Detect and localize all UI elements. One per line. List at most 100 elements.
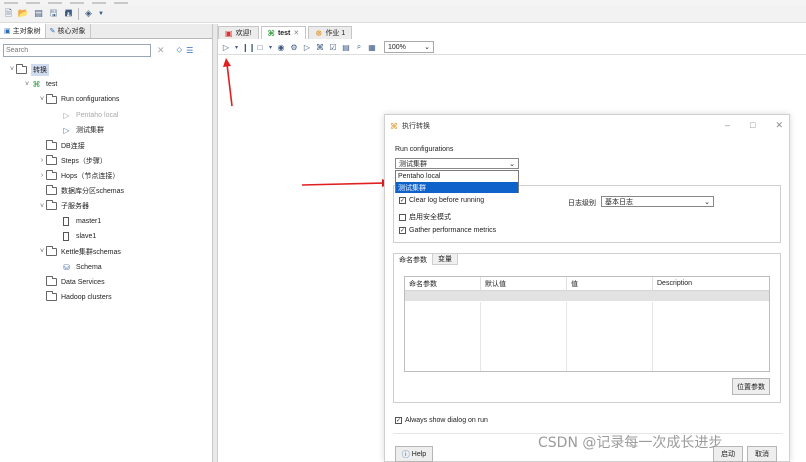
tree-item[interactable]: › Hops（节点连接） [0, 168, 213, 183]
tab-welcome[interactable]: ▣ 欢迎! [218, 26, 259, 39]
explore-db-icon[interactable]: ⌕ [354, 42, 364, 52]
tree-item[interactable]: ˅ 子服务器 [0, 199, 213, 214]
tab-job-1[interactable]: ☸ 作业 1 [308, 26, 353, 39]
gather-metrics-checkbox[interactable]: ✓ [399, 227, 406, 234]
stop-icon[interactable]: □ [255, 43, 265, 52]
tree-item[interactable]: 数据库分区schemas [0, 184, 213, 199]
save-as-icon[interactable]: 🖪 [63, 8, 74, 19]
folder-icon [46, 93, 57, 104]
close-icon[interactable]: ✕ [775, 120, 783, 131]
cancel-button[interactable]: 取消 [747, 446, 777, 462]
tab-variables[interactable]: 变量 [433, 254, 458, 265]
tree-item-label: 数据库分区schemas [61, 188, 125, 196]
tree-icon: ▣ [4, 28, 11, 35]
tree-item[interactable]: slave1 [0, 229, 213, 244]
chevron-down-icon[interactable]: ▼ [98, 8, 104, 19]
object-tree: ˅ 转换 ˅ ⌘ test ˅ Run configurations ▷ Pentaho loc… [0, 62, 213, 305]
play-icon: ▷ [63, 110, 70, 120]
tree-item-label: Hadoop clusters [61, 293, 112, 301]
help-icon: ⓘ [401, 449, 410, 459]
cluster-icon: ⛁ [63, 262, 70, 272]
run-config-label: Run configurations [395, 146, 454, 153]
chevron-right-icon[interactable]: › [38, 172, 46, 179]
layers-icon[interactable]: ◈ [83, 8, 94, 19]
tree-item[interactable]: ▷ 测试集群 [0, 123, 213, 138]
tree-item[interactable]: DB连接 [0, 138, 213, 153]
tree-item[interactable]: › Steps（步骤） [0, 153, 213, 168]
folder-icon [46, 154, 57, 165]
tree-item[interactable]: ˅ Kettle集群schemas [0, 244, 213, 259]
tree-item-label: Pentaho local [76, 111, 119, 119]
stop-dropdown-icon[interactable]: ▾ [268, 44, 273, 51]
chevron-right-icon[interactable]: › [38, 157, 46, 164]
table-row[interactable] [405, 291, 769, 301]
folder-icon [46, 200, 57, 211]
chevron-down-icon[interactable]: ˅ [38, 96, 46, 103]
gather-metrics-row[interactable]: ✓ Gather performance metrics [399, 227, 496, 234]
save-icon[interactable]: 🖫 [48, 8, 59, 19]
left-panel-tabs: ▣ 主对象树 ✎ 核心对象 [0, 24, 212, 39]
maximize-icon[interactable]: □ [750, 120, 755, 131]
clear-log-checkbox[interactable]: ✓ [399, 197, 406, 204]
safe-mode-row[interactable]: 启用安全模式 [399, 212, 451, 222]
tree-item[interactable]: ⛁ Schema [0, 259, 213, 274]
preview-icon[interactable]: ◉ [276, 43, 286, 52]
tree-item[interactable]: Hadoop clusters [0, 290, 213, 305]
always-show-checkbox[interactable]: ✓ [395, 417, 402, 424]
tree-item[interactable]: Data Services [0, 275, 213, 290]
chevron-down-icon[interactable]: ˅ [23, 81, 31, 88]
collapse-all-icon[interactable]: ☰ [186, 46, 193, 55]
positional-params-button[interactable]: 位置参数 [732, 378, 770, 395]
tree-item[interactable]: ˅ 转换 [0, 62, 213, 77]
help-button[interactable]: ⓘ Help [395, 446, 433, 462]
chevron-down-icon[interactable]: ˅ [38, 203, 46, 210]
clear-search-icon[interactable]: ✕ [157, 45, 165, 56]
tree-item[interactable]: ˅ Run configurations [0, 92, 213, 107]
sql-icon[interactable]: ▤ [341, 43, 351, 52]
open-folder-icon[interactable]: 📂 [18, 8, 29, 19]
tree-item-label: DB连接 [61, 142, 85, 150]
chevron-down-icon[interactable]: ˅ [38, 248, 46, 255]
minimize-icon[interactable]: – [725, 120, 730, 131]
run-config-select[interactable]: 测试集群 ⌄ [395, 158, 519, 169]
parameters-group: 命名参数 变量 命名参数 默认值 值 Description 位置参数 [393, 253, 781, 403]
run-dropdown-icon[interactable]: ▾ [234, 44, 239, 51]
tree-item-label: Schema [76, 263, 102, 271]
run-config-option-test-cluster[interactable]: 测试集群 [396, 182, 518, 193]
zoom-select[interactable]: 100% ⌄ [384, 41, 434, 53]
log-level-select[interactable]: 基本日志 ⌄ [601, 196, 714, 207]
tree-item[interactable]: ˅ ⌘ test [0, 77, 213, 92]
pause-icon[interactable]: ❙❙ [242, 43, 255, 52]
tab-main-object-tree[interactable]: ▣ 主对象树 [0, 24, 46, 38]
replay-icon[interactable]: ▷ [302, 43, 312, 52]
chevron-down-icon: ⌄ [509, 160, 515, 168]
close-tab-icon[interactable]: ✕ [293, 29, 299, 37]
show-results-icon[interactable]: ▦ [367, 43, 377, 52]
debug-icon[interactable]: ⚙ [289, 43, 299, 52]
tree-item-label: slave1 [76, 233, 97, 241]
tab-core-objects[interactable]: ✎ 核心对象 [46, 24, 91, 38]
tree-item[interactable]: ▷ Pentaho local [0, 108, 213, 123]
safe-mode-checkbox[interactable] [399, 213, 406, 221]
tab-test[interactable]: ⌘ test ✕ [260, 26, 307, 39]
clear-log-row[interactable]: ✓ Clear log before running [399, 197, 484, 204]
tree-item-label: Kettle集群schemas [61, 248, 121, 256]
always-show-row[interactable]: ✓ Always show dialog on run [395, 417, 488, 424]
tree-item[interactable]: master1 [0, 214, 213, 229]
chevron-down-icon: ⌄ [424, 44, 430, 51]
new-file-icon[interactable]: 🗎 [3, 8, 14, 19]
run-config-option-pentaho-local[interactable]: Pentaho local [396, 171, 518, 182]
chevron-down-icon[interactable]: ˅ [8, 66, 16, 73]
verify-icon[interactable]: ⌘ [315, 43, 325, 52]
job-icon: ☸ [315, 28, 323, 38]
tab-named-parameters[interactable]: 命名参数 [394, 254, 433, 265]
transform-icon: ⌘ [32, 80, 41, 90]
tree-item-label: 转换 [31, 63, 49, 76]
impact-icon[interactable]: ☑ [328, 43, 338, 52]
explore-repository-icon[interactable]: ▤ [33, 8, 44, 19]
tree-item-label: 测试集群 [76, 127, 104, 135]
tree-item-label: Run configurations [61, 96, 120, 104]
expand-all-icon[interactable]: ⬦ [177, 45, 183, 55]
search-input[interactable] [3, 43, 151, 57]
run-icon[interactable]: ▷ [221, 43, 231, 52]
